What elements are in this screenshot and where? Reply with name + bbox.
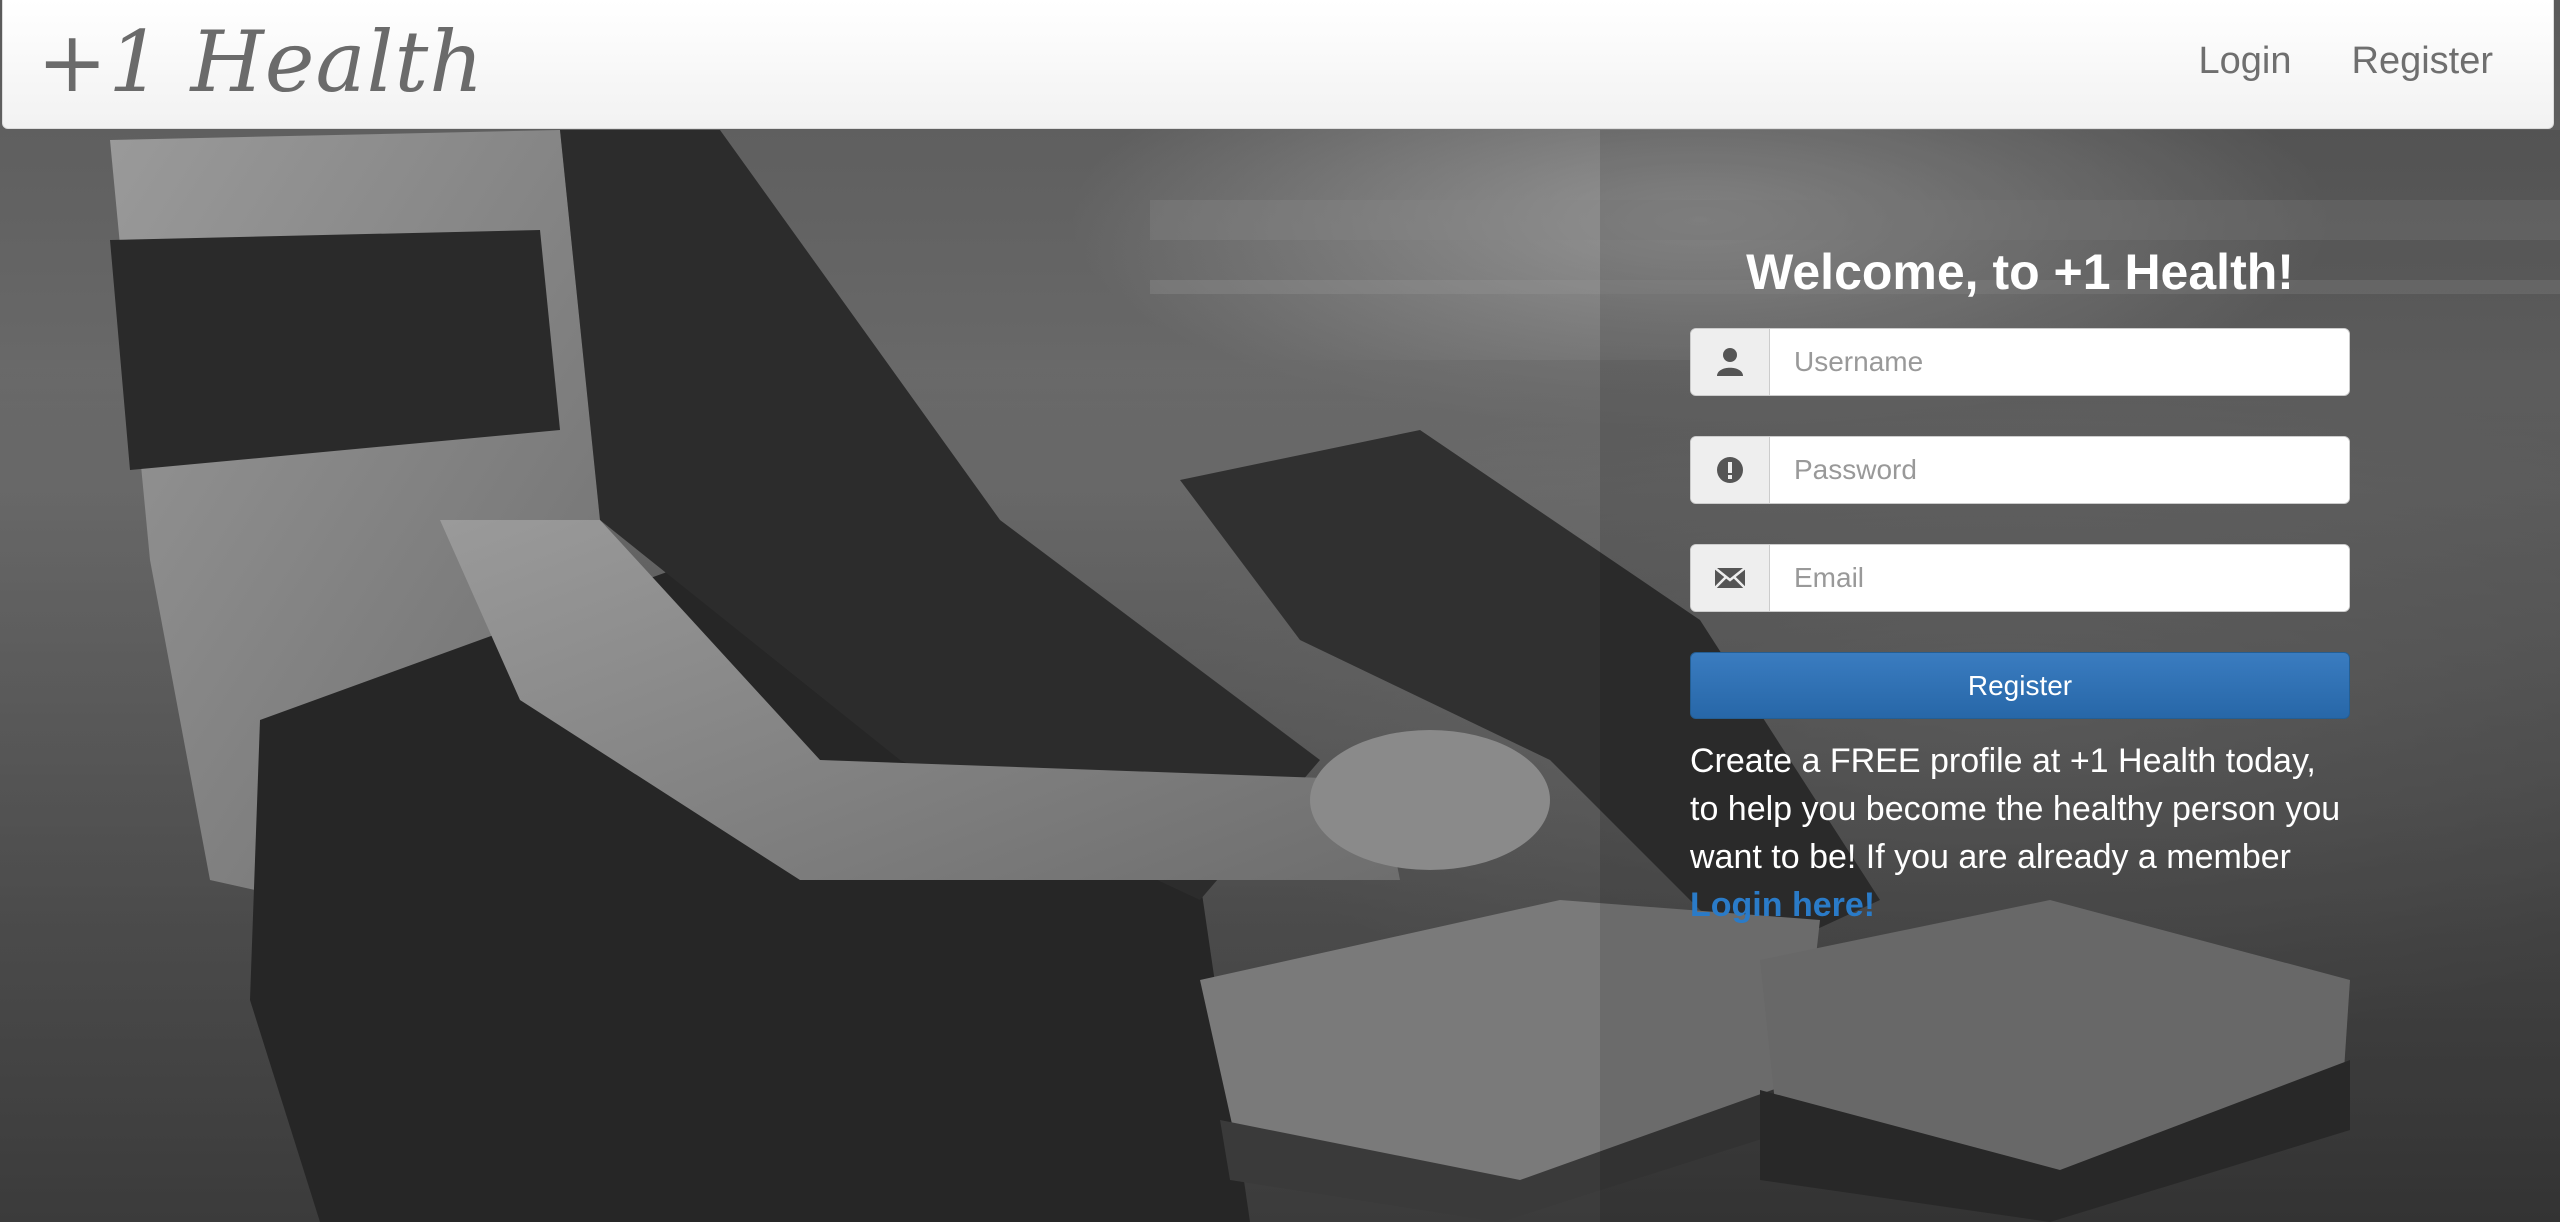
blurb-text: Create a FREE profile at +1 Health today… (1690, 742, 2341, 876)
username-input[interactable] (1770, 329, 2349, 395)
welcome-heading: Welcome, to +1 Health! (1746, 244, 2294, 300)
envelope-icon (1691, 545, 1770, 611)
password-input[interactable] (1770, 437, 2349, 503)
login-here-link[interactable]: Login here! (1690, 886, 1875, 924)
nav-register-link[interactable]: Register (2352, 42, 2494, 80)
brand-logo[interactable]: +1 Health (37, 20, 484, 104)
username-group (1690, 328, 2350, 396)
email-group (1690, 544, 2350, 612)
email-input[interactable] (1770, 545, 2349, 611)
register-blurb: Create a FREE profile at +1 Health today… (1690, 737, 2350, 929)
nav-links: Login Register (2199, 42, 2493, 80)
exclamation-circle-icon (1691, 437, 1770, 503)
user-icon (1691, 329, 1770, 395)
register-form-panel: Welcome, to +1 Health! Username Email Re… (1690, 245, 2350, 963)
password-group (1690, 436, 2350, 504)
register-button[interactable]: Register (1690, 652, 2350, 719)
nav-login-link[interactable]: Login (2199, 42, 2292, 80)
top-navbar: +1 Health Login Register (2, 0, 2554, 129)
